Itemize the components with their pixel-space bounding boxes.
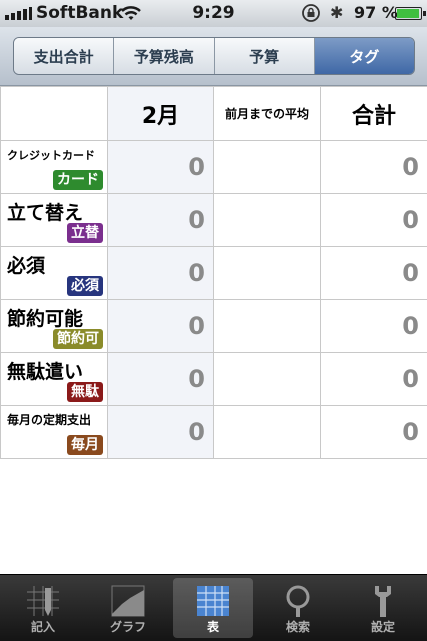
total-value: 0 (321, 141, 427, 194)
tag-badge: 毎月 (67, 435, 103, 455)
tab-table[interactable]: 表 (173, 578, 253, 638)
total-value: 0 (321, 194, 427, 247)
tab-label: グラフ (88, 618, 168, 635)
total-value: 0 (321, 406, 427, 459)
column-header-month: 2月 (108, 87, 214, 141)
category-cell: 無駄遣い 無駄 (1, 353, 108, 406)
month-value: 0 (108, 141, 214, 194)
segment-bar: 支出合計 予算残高 予算 タグ (0, 27, 427, 86)
tab-bar: 記入 グラフ 表 検索 設定 (0, 574, 427, 641)
average-value (214, 194, 321, 247)
segment-expense-total[interactable]: 支出合計 (14, 38, 114, 74)
month-value: 0 (108, 353, 214, 406)
table-row[interactable]: 節約可能 節約可 0 0 (1, 300, 427, 353)
average-value (214, 300, 321, 353)
category-name: 必須 (7, 251, 45, 278)
category-name: クレジットカード (7, 147, 95, 163)
tab-entry[interactable]: 記入 (3, 578, 83, 638)
segment-budget-remaining[interactable]: 予算残高 (114, 38, 214, 74)
table-icon (195, 584, 231, 618)
view-segmented-control: 支出合計 予算残高 予算 タグ (13, 37, 415, 75)
tab-search[interactable]: 検索 (258, 578, 338, 638)
table-row[interactable]: 必須 必須 0 0 (1, 247, 427, 300)
total-value: 0 (321, 353, 427, 406)
tab-graph[interactable]: グラフ (88, 578, 168, 638)
category-name: 立て替え (7, 198, 83, 225)
category-name: 節約可能 (7, 304, 83, 331)
average-value (214, 406, 321, 459)
tag-summary-table: 2月 前月までの平均 合計 クレジットカード カード 0 0 立て替え 立替 0… (0, 86, 427, 459)
tab-label: 表 (173, 618, 253, 635)
tab-label: 記入 (3, 618, 83, 635)
pencil-grid-icon (25, 584, 61, 618)
tab-label: 検索 (258, 618, 338, 635)
category-cell: クレジットカード カード (1, 141, 108, 194)
category-cell: 立て替え 立替 (1, 194, 108, 247)
total-value: 0 (321, 247, 427, 300)
total-value: 0 (321, 300, 427, 353)
bluetooth-icon: ✱ (330, 3, 343, 22)
table-row[interactable]: 無駄遣い 無駄 0 0 (1, 353, 427, 406)
category-name: 無駄遣い (7, 357, 83, 384)
average-value (214, 353, 321, 406)
battery-fill (397, 9, 419, 18)
tag-badge: 立替 (67, 223, 103, 243)
month-value: 0 (108, 194, 214, 247)
category-cell: 毎月の定期支出 毎月 (1, 406, 108, 459)
tag-badge: 節約可 (53, 329, 103, 349)
column-header-average: 前月までの平均 (214, 87, 321, 141)
corner-cell (1, 87, 108, 141)
average-value (214, 141, 321, 194)
tag-badge: 必須 (67, 276, 103, 296)
wrench-icon (365, 584, 401, 618)
month-value: 0 (108, 406, 214, 459)
tab-label: 設定 (343, 618, 423, 635)
average-value (214, 247, 321, 300)
tag-badge: 無駄 (67, 382, 103, 402)
battery-icon (395, 7, 422, 20)
table-row[interactable]: 立て替え 立替 0 0 (1, 194, 427, 247)
category-cell: 節約可能 節約可 (1, 300, 108, 353)
month-value: 0 (108, 247, 214, 300)
month-value: 0 (108, 300, 214, 353)
battery-percent: 97 % (354, 3, 398, 22)
search-icon (280, 584, 316, 618)
rotation-lock-icon (300, 3, 322, 23)
category-name: 毎月の定期支出 (7, 411, 91, 428)
segment-budget[interactable]: 予算 (215, 38, 315, 74)
table-header-row: 2月 前月までの平均 合計 (1, 87, 427, 141)
column-header-total: 合計 (321, 87, 427, 141)
table-row[interactable]: クレジットカード カード 0 0 (1, 141, 427, 194)
chart-icon (110, 584, 146, 618)
status-bar: SoftBank 9:29 ✱ 97 % (0, 0, 427, 28)
tab-settings[interactable]: 設定 (343, 578, 423, 638)
tag-badge: カード (53, 170, 103, 190)
category-cell: 必須 必須 (1, 247, 108, 300)
segment-tags[interactable]: タグ (315, 38, 414, 74)
table-row[interactable]: 毎月の定期支出 毎月 0 0 (1, 406, 427, 459)
